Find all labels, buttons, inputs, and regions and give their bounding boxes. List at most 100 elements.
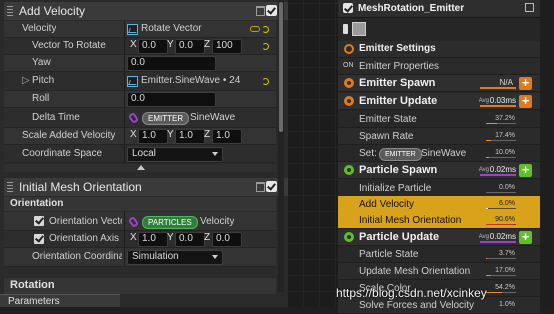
chevron-down-icon [212, 152, 218, 156]
particle-spawn[interactable]: Particle Spawn Avg 0.02ms + [338, 162, 540, 179]
initialize-particle-pct: 0.0% [499, 184, 515, 191]
update-mesh-orientation[interactable]: Update Mesh Orientation 17.0% [338, 263, 540, 280]
particle-state[interactable]: Particle State 3.7% [338, 246, 540, 263]
scale-color-pct: 54.2% [495, 284, 515, 291]
gear-icon [344, 44, 354, 54]
plus-icon[interactable]: + [519, 76, 532, 90]
spawn-rate[interactable]: Spawn Rate 17.4% [338, 128, 540, 145]
set-pct: 10.0% [495, 149, 515, 156]
chevron-right-icon[interactable]: ▷ [22, 75, 30, 86]
emitter-state-bar [486, 123, 516, 124]
grip-icon[interactable] [7, 6, 13, 16]
chevron-up-icon [137, 165, 145, 170]
vector-x-field[interactable]: 0.0 [138, 39, 168, 54]
link-icon [127, 215, 140, 229]
spawn-icon [344, 78, 354, 88]
particle-spawn-label: Particle Spawn [359, 164, 438, 176]
spawn-rate-bar [486, 140, 516, 141]
orientation-axis-checkbox[interactable] [34, 234, 44, 244]
orientation-coordinate-row: Orientation Coordinat Simulation [4, 248, 276, 267]
orientation-vector-checkbox[interactable] [34, 216, 44, 226]
emitter-properties[interactable]: ON Emitter Properties [338, 58, 540, 75]
emitter-update-label: Emitter Update [359, 95, 438, 107]
pitch-value[interactable]: Emitter.SineWave • 24 [141, 75, 240, 86]
initial-mesh-orientation-header[interactable]: Initial Mesh Orientation [4, 178, 288, 196]
add-velocity-bar [486, 208, 516, 209]
scale-added-velocity-label: Scale Added Velocity [22, 130, 116, 141]
velocity-row: Velocity Rotate Vector [4, 21, 276, 38]
scale-y-field[interactable]: 1.0 [175, 129, 205, 144]
delta-time-label: Delta Time [32, 112, 80, 123]
scrollbar-thumb[interactable] [279, 2, 283, 132]
set-sinewave[interactable]: Set: EMITTER SineWave 10.0% [338, 145, 540, 162]
coordinate-space-value: Local [132, 148, 156, 159]
orientation-axis-y-field[interactable]: 0.0 [175, 232, 205, 247]
emitter-node[interactable]: MeshRotation_Emitter Emitter Settings ON… [338, 0, 540, 314]
roll-label: Roll [32, 93, 50, 104]
orientation-subheader[interactable]: Orientation [4, 197, 276, 211]
roll-field[interactable]: 0.0 [127, 92, 216, 107]
reset-icon[interactable] [262, 43, 269, 50]
scrollbar[interactable] [278, 0, 284, 292]
emitter-update-avg: 0.03ms [489, 96, 516, 105]
pin-icon[interactable] [343, 24, 348, 34]
coordinate-space-dropdown[interactable]: Local [127, 147, 223, 162]
rotation-subheader[interactable]: Rotation [4, 278, 276, 294]
velocity-value[interactable]: Rotate Vector [141, 23, 202, 34]
add-velocity-title: Add Velocity [19, 4, 86, 18]
emitter-state[interactable]: Emitter State 37.2% [338, 111, 540, 128]
properties-icon: ON [343, 62, 354, 69]
orientation-coordinate-label: Orientation Coordinat [32, 251, 122, 262]
emitter-enable-checkbox[interactable] [343, 3, 353, 13]
emitter-settings[interactable]: Emitter Settings [338, 41, 540, 58]
orientation-axis-x-field[interactable]: 1.0 [138, 232, 168, 247]
orientation-axis-row: Orientation Axis X 1.0 Y 0.0 Z 0.0 [4, 231, 276, 248]
x-axis-label: X [130, 232, 137, 243]
delta-time-value[interactable]: SineWave [190, 112, 235, 123]
particle-update-label: Particle Update [359, 231, 440, 243]
emitter-spawn[interactable]: Emitter Spawn N/A + [338, 75, 540, 92]
avg-label: Avg [478, 167, 489, 173]
add-velocity-item[interactable]: Add Velocity 6.0% [338, 196, 540, 213]
parameters-tab[interactable]: Parameters [0, 294, 120, 307]
coordinate-space-row: Coordinate Space Local [4, 145, 276, 163]
plus-icon[interactable]: + [519, 163, 532, 177]
parameters-tab-label: Parameters [8, 296, 60, 307]
yaw-field[interactable]: 0.0 [127, 56, 216, 71]
orientation-axis-z-field[interactable]: 0.0 [212, 232, 242, 247]
update-mesh-orientation-bar [486, 275, 516, 276]
enable-checkbox[interactable] [266, 181, 277, 192]
emitter-update[interactable]: Emitter Update Avg 0.03ms + [338, 93, 540, 110]
scale-x-field[interactable]: 1.0 [138, 129, 168, 144]
collapse-bar[interactable] [4, 164, 276, 172]
grip-icon[interactable] [7, 182, 13, 192]
particle-update[interactable]: Particle Update Avg 0.02ms + [338, 229, 540, 246]
trash-icon[interactable] [256, 6, 265, 16]
avg-label: Avg [478, 234, 489, 240]
particle-state-bar [486, 258, 516, 259]
initialize-particle[interactable]: Initialize Particle 0.0% [338, 180, 540, 197]
plus-icon[interactable]: + [519, 94, 532, 108]
y-axis-label: Y [167, 232, 174, 243]
scale-z-field[interactable]: 1.0 [212, 129, 242, 144]
expand-icon[interactable] [525, 3, 534, 12]
link-icon[interactable] [250, 26, 260, 32]
vector-z-field[interactable]: 100 [212, 39, 242, 54]
vector-y-field[interactable]: 0.0 [175, 39, 205, 54]
orientation-coordinate-dropdown[interactable]: Simulation [127, 250, 223, 265]
initial-mesh-orientation-bar [486, 224, 516, 225]
orientation-vector-value[interactable]: Velocity [200, 216, 234, 227]
chevron-down-icon [212, 255, 218, 259]
emitter-title-bar[interactable]: MeshRotation_Emitter [338, 0, 540, 18]
initial-mesh-orientation-item[interactable]: Initial Mesh Orientation 90.6% [338, 212, 540, 229]
z-axis-label: Z [204, 129, 211, 140]
trash-icon[interactable] [256, 182, 265, 192]
reset-icon[interactable] [262, 78, 269, 85]
reset-icon[interactable] [262, 26, 269, 33]
add-velocity-header[interactable]: Add Velocity [4, 2, 288, 20]
plus-icon[interactable]: + [519, 230, 532, 244]
initial-mesh-orientation-pct: 90.6% [495, 216, 515, 223]
thumbnail-icon[interactable] [352, 22, 366, 36]
enable-checkbox[interactable] [266, 5, 277, 16]
particle-spawn-icon [344, 165, 354, 175]
